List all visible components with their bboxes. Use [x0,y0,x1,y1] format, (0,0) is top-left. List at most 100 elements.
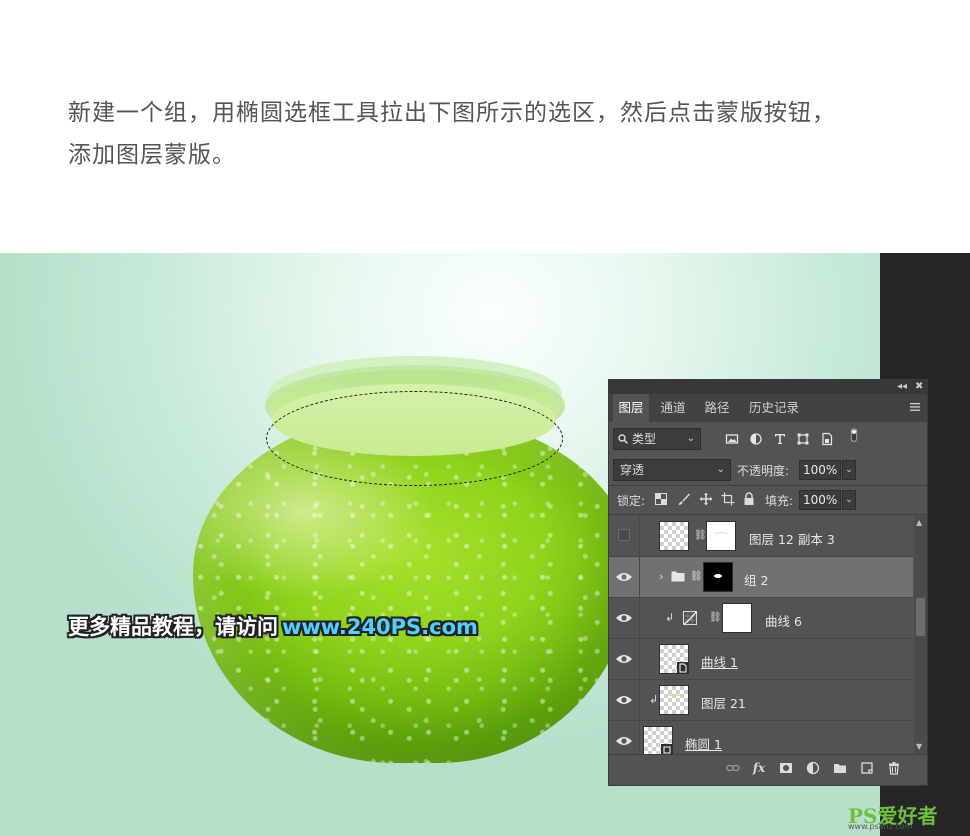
layers-scrollbar[interactable]: ▲ ▼ [914,516,927,754]
thumbnail-content [667,693,681,697]
lock-all-icon[interactable] [743,492,755,506]
layer-name[interactable]: 椭圆 1 [685,734,722,753]
layer-row[interactable]: 椭圆 1 [609,721,913,754]
tab-channels[interactable]: 通道 [655,394,691,422]
layer-mask-thumbnail[interactable] [722,603,752,633]
tab-layers[interactable]: 图层 [613,394,649,422]
tab-paths[interactable]: 路径 [699,394,735,422]
panel-titlebar[interactable]: ◂◂ ✖ [609,380,927,394]
divider [639,557,640,598]
filter-kind-select[interactable]: 类型 ⌄ [613,428,701,450]
lock-artboard-icon[interactable] [721,492,735,506]
layer-name[interactable]: 曲线 1 [701,652,738,671]
layer-row[interactable]: ⛓ 图层 12 副本 3 [609,516,913,557]
opacity-input[interactable]: 100% [799,460,841,480]
eye-icon[interactable] [615,570,633,584]
chevron-down-icon: ⌄ [716,464,725,475]
eye-icon[interactable] [615,611,633,625]
opacity-dropdown[interactable]: ⌄ [842,460,856,480]
scroll-up-icon[interactable]: ▲ [916,518,922,527]
scrollbar-thumb[interactable] [916,598,925,636]
curves-adjustment-icon[interactable] [683,611,697,625]
new-layer-icon[interactable] [860,761,874,775]
panel-menu-icon[interactable] [909,401,921,413]
lock-pixels-icon[interactable] [677,492,691,506]
layer-mask-thumbnail[interactable] [703,562,733,592]
layer-thumbnail[interactable] [659,521,689,551]
layer-row[interactable]: 曲线 1 [609,639,913,680]
layer-thumbnail[interactable] [643,726,673,754]
layer-thumbnail[interactable] [659,685,689,715]
layer-thumbnail[interactable] [659,644,689,674]
folder-icon [671,571,685,582]
adjustment-filter-icon[interactable] [749,432,763,446]
eye-icon[interactable] [615,652,633,666]
fill-label: 填充: [765,494,794,508]
clip-arrow-icon: ↲ [649,693,659,706]
watermark-url: www.240PS.com [282,615,478,639]
filter-row: 类型 ⌄ [613,428,923,452]
panel-bottom-toolbar: fx [609,754,927,780]
divider [639,639,640,680]
shape-layer-badge-icon [661,744,673,754]
chevron-down-icon: ⌄ [686,433,695,444]
mask-shape [714,574,722,578]
shape-filter-icon[interactable] [796,432,810,446]
watermark-text: 更多精品教程，请访问 [68,615,278,639]
elliptical-selection[interactable] [266,391,563,486]
link-icon[interactable]: ⛓ [690,570,703,584]
fill-dropdown[interactable]: ⌄ [842,490,856,510]
panel-tabs: 图层 通道 路径 历史记录 [609,394,927,422]
scroll-down-icon[interactable]: ▼ [916,742,922,751]
mask-shape [714,532,728,535]
visibility-toggle-off[interactable] [618,529,630,541]
close-icon[interactable]: ✖ [915,380,923,394]
search-icon [618,434,628,444]
collapse-icon[interactable]: ◂◂ [897,380,907,394]
link-layers-icon[interactable] [726,761,740,775]
link-icon[interactable]: ⛓ [694,529,707,543]
type-filter-icon[interactable] [773,432,787,446]
clip-arrow-icon: ↲ [665,611,675,624]
blend-mode-select[interactable]: 穿透 ⌄ [613,459,731,481]
layer-name[interactable]: 图层 12 副本 3 [749,529,835,548]
divider [639,516,640,557]
opacity-label: 不透明度: [737,464,790,478]
layer-row[interactable]: ↲ 图层 21 [609,680,913,721]
trash-icon[interactable] [887,761,901,775]
filter-kind-value: 类型 [632,432,657,446]
add-mask-icon[interactable] [779,761,793,775]
new-group-icon[interactable] [833,761,847,775]
layer-name[interactable]: 图层 21 [701,693,746,712]
smart-object-badge-icon [677,662,689,674]
layers-panel: ◂◂ ✖ 图层 通道 路径 历史记录 类型 ⌄ 穿透 ⌄ 不透明度: 100% … [608,379,928,786]
logo-url: www.psahz.com [848,822,913,831]
layer-mask-thumbnail[interactable] [706,521,736,551]
site-logo: PS爱好者 www.psahz.com [848,800,937,831]
link-icon[interactable]: ⛓ [709,611,722,625]
expand-chevron-icon[interactable]: › [659,570,663,583]
lock-label: 锁定: [617,494,646,508]
layers-list: ⛓ 图层 12 副本 3 › ⛓ 组 2 ↲ ⛓ 曲线 6 曲线 1 ↲ 图层 … [609,516,913,754]
adjustment-layer-icon[interactable] [806,761,820,775]
divider [639,721,640,754]
lock-transparent-icon[interactable] [655,493,667,505]
eye-icon[interactable] [615,693,633,707]
image-filter-icon[interactable] [725,432,739,446]
lock-position-icon[interactable] [699,492,713,506]
fill-input[interactable]: 100% [799,490,841,510]
filter-toggle-icon[interactable] [847,428,861,442]
layer-row[interactable]: ↲ ⛓ 曲线 6 [609,598,913,639]
divider [609,485,927,486]
smart-object-filter-icon[interactable] [820,432,834,446]
instruction-line-1: 新建一个组，用椭圆选框工具拉出下图所示的选区，然后点击蒙版按钮， [68,100,836,126]
instruction-text: 新建一个组，用椭圆选框工具拉出下图所示的选区，然后点击蒙版按钮， 添加图层蒙版。 [68,92,928,176]
layer-name[interactable]: 组 2 [744,570,768,589]
layer-name[interactable]: 曲线 6 [765,611,802,630]
blend-mode-value: 穿透 [620,463,645,477]
fx-icon[interactable]: fx [752,761,766,775]
divider [639,598,640,639]
eye-icon[interactable] [615,734,633,748]
tab-history[interactable]: 历史记录 [743,394,805,422]
layer-row-selected[interactable]: › ⛓ 组 2 [609,557,913,598]
